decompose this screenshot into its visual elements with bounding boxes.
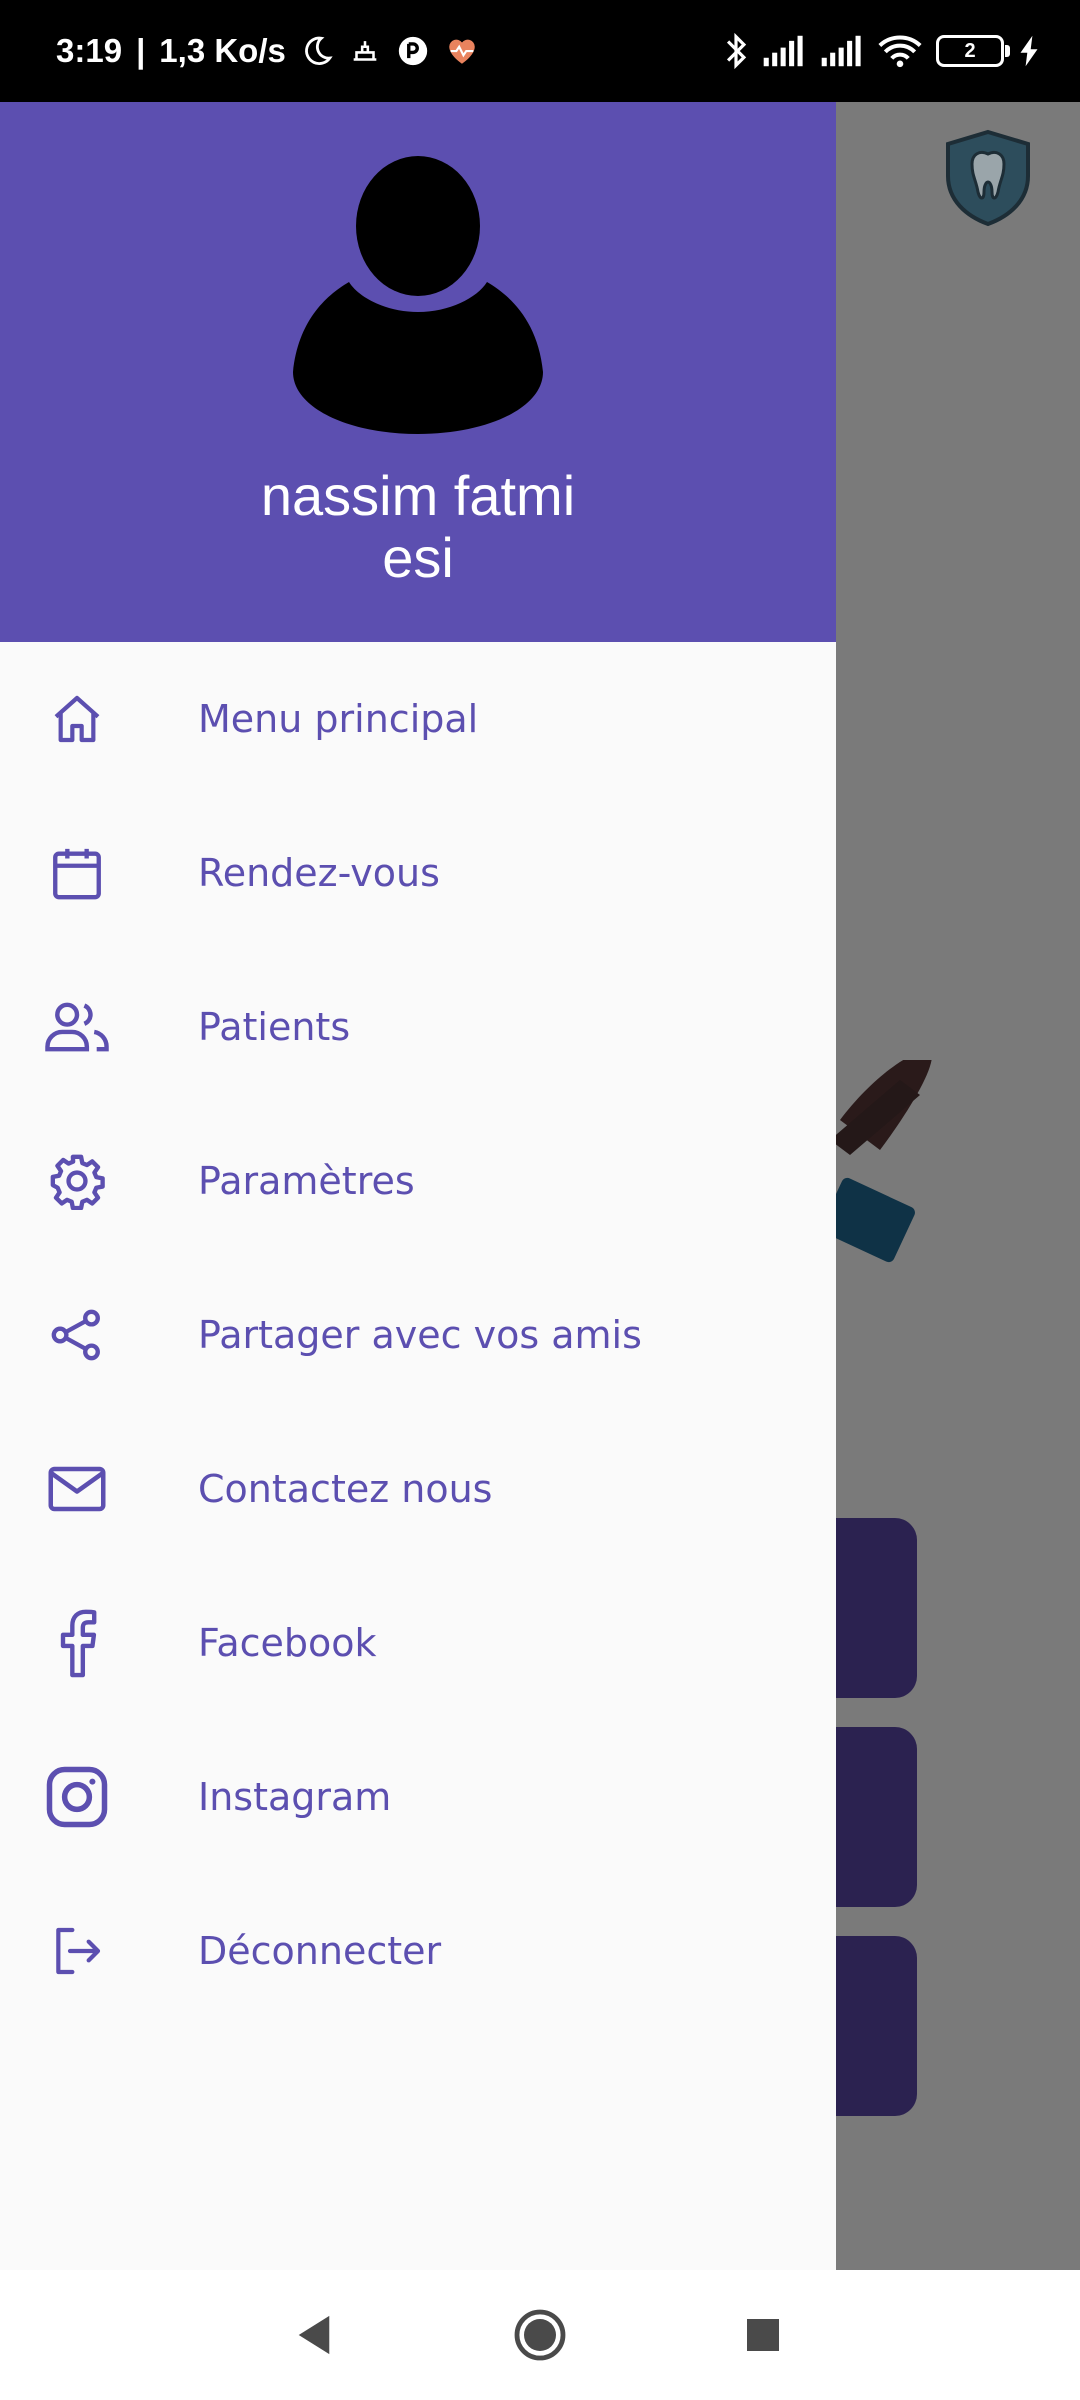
- instagram-icon: [42, 1762, 112, 1832]
- menu-item-share[interactable]: Partager avec vos amis: [0, 1258, 836, 1412]
- menu-label: Instagram: [198, 1775, 392, 1819]
- home-icon: [42, 684, 112, 754]
- facebook-icon: [42, 1608, 112, 1678]
- menu-item-appointments[interactable]: Rendez-vous: [0, 796, 836, 950]
- calendar-icon: [42, 838, 112, 908]
- wifi-icon: [878, 35, 922, 68]
- menu-item-home[interactable]: Menu principal: [0, 642, 836, 796]
- back-button[interactable]: [254, 2270, 374, 2400]
- network-speed: 1,3 Ko/s: [159, 32, 286, 69]
- menu-label: Partager avec vos amis: [198, 1313, 642, 1357]
- menu-label: Contactez nous: [198, 1467, 493, 1511]
- charging-icon: [1020, 35, 1038, 67]
- menu-label: Facebook: [198, 1621, 377, 1665]
- users-icon: [42, 992, 112, 1062]
- mail-icon: [42, 1454, 112, 1524]
- signal-icon: [763, 35, 803, 67]
- gear-icon: [42, 1146, 112, 1216]
- avatar: [293, 154, 543, 438]
- status-left: 3:19 | 1,3 Ko/s: [56, 0, 480, 102]
- home-button[interactable]: [480, 2270, 600, 2400]
- menu-label: Menu principal: [198, 697, 479, 741]
- menu-item-facebook[interactable]: Facebook: [0, 1566, 836, 1720]
- logout-icon: [42, 1916, 112, 1986]
- menu-label: Paramètres: [198, 1159, 415, 1203]
- menu-item-patients[interactable]: Patients: [0, 950, 836, 1104]
- heart-rate-icon: [449, 39, 475, 64]
- status-separator: |: [136, 32, 146, 69]
- background-illustration: [820, 1050, 940, 1304]
- menu-label: Rendez-vous: [198, 851, 440, 895]
- app-circle-icon: [398, 36, 428, 66]
- recents-icon: [747, 2319, 779, 2351]
- battery-level: 2: [964, 39, 976, 62]
- bluetooth-icon: [726, 32, 747, 70]
- back-icon: [298, 2315, 330, 2355]
- menu-item-settings[interactable]: Paramètres: [0, 1104, 836, 1258]
- navigation-drawer: nassim fatmi esi Menu principal Rendez-v…: [0, 102, 836, 2270]
- menu-item-instagram[interactable]: Instagram: [0, 1720, 836, 1874]
- menu-item-contact[interactable]: Contactez nous: [0, 1412, 836, 1566]
- user-avatar-icon: [293, 156, 543, 434]
- tooth-shield-icon: [940, 128, 1036, 232]
- status-bar: 3:19 | 1,3 Ko/s 2: [0, 0, 1080, 102]
- menu-label: Déconnecter: [198, 1929, 442, 1973]
- battery-icon: 2: [936, 35, 1010, 67]
- user-name: nassim fatmi: [260, 464, 576, 527]
- moon-icon: [304, 36, 333, 65]
- menu-label: Patients: [198, 1005, 351, 1049]
- status-time: 3:19: [56, 32, 123, 69]
- system-navigation-bar: [0, 2270, 1080, 2400]
- share-icon: [42, 1300, 112, 1370]
- prayer-app-icon: [353, 41, 377, 61]
- menu-item-logout[interactable]: Déconnecter: [0, 1874, 836, 2028]
- drawer-menu: Menu principal Rendez-vous Patients Para…: [0, 642, 836, 2028]
- signal-icon: [821, 35, 861, 67]
- home-circle-icon: [514, 2309, 566, 2361]
- drawer-header: nassim fatmi esi: [0, 102, 836, 642]
- status-right: 2: [724, 0, 1040, 102]
- user-organization: esi: [382, 526, 454, 589]
- recents-button[interactable]: [703, 2270, 823, 2400]
